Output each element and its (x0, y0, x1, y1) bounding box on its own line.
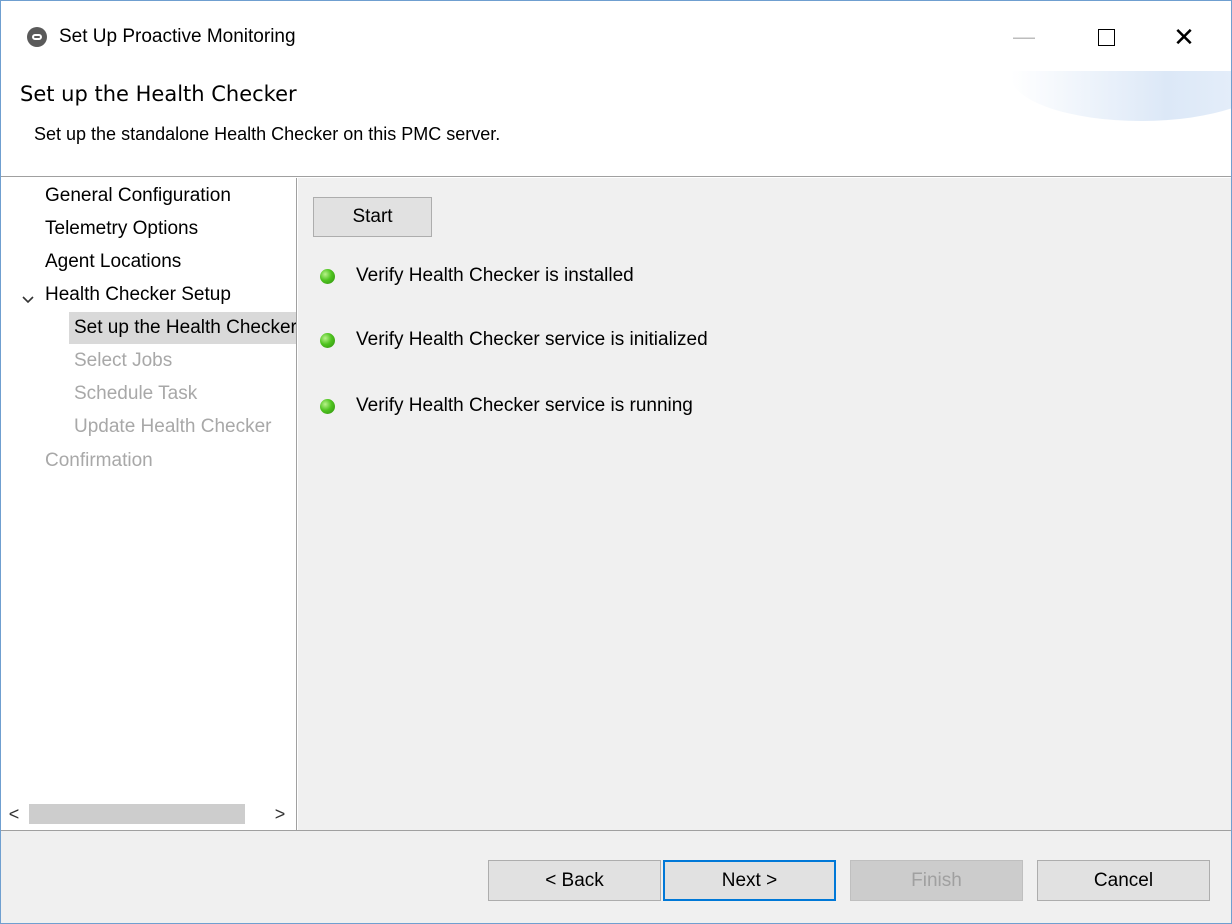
scroll-right-icon[interactable]: > (267, 798, 293, 830)
banner-decoration (1011, 71, 1231, 121)
status-ok-icon (320, 398, 335, 414)
scroll-left-icon[interactable]: < (1, 798, 27, 830)
check-item: Verify Health Checker is installed (320, 261, 634, 291)
finish-button: Finish (850, 860, 1023, 901)
wizard-banner: Set up the Health Checker Set up the sta… (1, 71, 1231, 177)
wizard-footer: < Back Next > Finish Cancel (1, 830, 1231, 923)
page-title: Set up the Health Checker (20, 82, 297, 106)
check-item: Verify Health Checker service is initial… (320, 325, 708, 355)
title-bar: Set Up Proactive Monitoring — ✕ (1, 1, 1231, 71)
nav-item-set-up-health-checker[interactable]: Set up the Health Checker (69, 312, 296, 344)
step-content: Start Verify Health Checker is installed… (298, 178, 1231, 830)
check-label: Verify Health Checker is installed (356, 265, 634, 286)
nav-horizontal-scrollbar[interactable]: < > (1, 798, 296, 830)
status-ok-icon (320, 332, 335, 348)
next-button[interactable]: Next > (663, 860, 836, 901)
close-icon: ✕ (1173, 21, 1195, 52)
check-label: Verify Health Checker service is initial… (356, 329, 708, 350)
minimize-button[interactable]: — (1001, 15, 1047, 59)
check-item: Verify Health Checker service is running (320, 391, 693, 421)
minimize-icon: — (1013, 24, 1035, 49)
chevron-down-icon[interactable] (21, 293, 37, 309)
page-description: Set up the standalone Health Checker on … (34, 124, 501, 144)
nav-item-general-configuration[interactable]: General Configuration (45, 180, 231, 212)
start-button[interactable]: Start (313, 197, 432, 237)
nav-item-agent-locations[interactable]: Agent Locations (45, 246, 181, 278)
check-label: Verify Health Checker service is running (356, 395, 693, 416)
nav-item-confirmation: Confirmation (45, 450, 153, 471)
wizard-step-nav: General Configuration Telemetry Options … (1, 178, 297, 830)
window-title: Set Up Proactive Monitoring (59, 26, 296, 47)
app-icon (27, 27, 47, 47)
nav-item-select-jobs: Select Jobs (74, 350, 173, 371)
nav-item-health-checker-setup[interactable]: Health Checker Setup (45, 279, 231, 311)
back-button[interactable]: < Back (488, 860, 661, 901)
wizard-window: Set Up Proactive Monitoring — ✕ Set up t… (0, 0, 1232, 924)
nav-item-telemetry-options[interactable]: Telemetry Options (45, 213, 198, 245)
maximize-icon (1097, 28, 1115, 46)
nav-item-update-health-checker: Update Health Checker (74, 416, 272, 437)
maximize-button[interactable] (1083, 15, 1129, 59)
status-ok-icon (320, 268, 335, 284)
scrollbar-thumb[interactable] (29, 804, 245, 824)
cancel-button[interactable]: Cancel (1037, 860, 1210, 901)
nav-item-schedule-task: Schedule Task (74, 383, 198, 404)
close-button[interactable]: ✕ (1161, 15, 1207, 59)
